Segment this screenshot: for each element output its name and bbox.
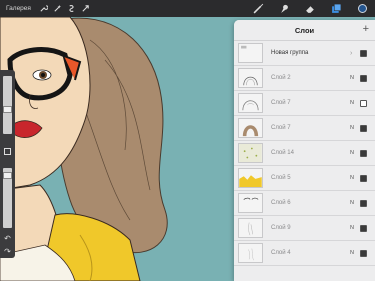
add-layer-button[interactable]: + — [363, 20, 369, 39]
blend-mode-button[interactable]: N — [350, 100, 360, 106]
layer-row[interactable]: Слой 2 N — [234, 66, 375, 91]
smudge-icon[interactable] — [271, 0, 297, 17]
eraser-icon[interactable] — [297, 0, 323, 17]
layer-thumbnail — [238, 93, 263, 113]
gallery-button[interactable]: Галерея — [0, 0, 37, 17]
opacity-thumb[interactable] — [3, 172, 12, 179]
layer-list: Новая группа › Слой 2 N Слой 7 N Слой 7 N Слой 1… — [234, 41, 375, 266]
layer-name: Слой 2 — [271, 75, 291, 81]
layer-row[interactable]: Слой 7 N — [234, 116, 375, 141]
layer-visibility-checkbox[interactable] — [360, 74, 367, 82]
layers-icon[interactable] — [323, 0, 349, 17]
layer-visibility-checkbox[interactable] — [360, 99, 367, 107]
layer-row[interactable]: Слой 14 N — [234, 141, 375, 166]
color-picker[interactable] — [349, 0, 375, 17]
layers-panel-title: Слои — [294, 26, 315, 35]
layer-visibility-checkbox[interactable] — [360, 224, 367, 232]
modify-button[interactable] — [4, 148, 11, 155]
layers-panel: Слои + Новая группа › Слой 2 N Слой 7 N Слой 7… — [234, 20, 375, 281]
layer-row[interactable]: Новая группа › — [234, 41, 375, 66]
blend-mode-button[interactable]: N — [350, 125, 360, 131]
blend-mode-button[interactable]: N — [350, 150, 360, 156]
blend-mode-button[interactable]: N — [350, 200, 360, 206]
brush-size-slider[interactable] — [3, 76, 12, 134]
opacity-slider[interactable] — [3, 168, 12, 228]
layer-name: Новая группа — [271, 50, 309, 56]
brush-icon[interactable] — [245, 0, 271, 17]
brush-size-thumb[interactable] — [3, 106, 12, 113]
left-sidebar: ↶ ↷ — [0, 70, 15, 258]
layer-thumbnail — [238, 218, 263, 238]
redo-icon[interactable]: ↷ — [2, 246, 13, 257]
wrench-icon[interactable] — [37, 0, 51, 17]
blend-mode-button[interactable]: N — [350, 175, 360, 181]
layers-panel-header: Слои + — [234, 20, 375, 41]
selection-icon[interactable] — [65, 0, 79, 17]
layer-name: Слой 7 — [271, 100, 291, 106]
layer-name: Слой 14 — [271, 150, 294, 156]
layer-name: Слой 6 — [271, 200, 291, 206]
layer-row[interactable]: Слой 5 N — [234, 166, 375, 191]
magic-wand-icon[interactable] — [51, 0, 65, 17]
layer-name: Слой 4 — [271, 250, 291, 256]
blend-mode-button[interactable]: N — [350, 225, 360, 231]
layer-name: Слой 5 — [271, 175, 291, 181]
layer-row[interactable]: Слой 7 N — [234, 91, 375, 116]
blend-mode-button[interactable]: N — [350, 250, 360, 256]
undo-icon[interactable]: ↶ — [2, 233, 13, 244]
layer-thumbnail — [238, 43, 263, 63]
right-tools — [245, 0, 375, 17]
layer-thumbnail — [238, 143, 263, 163]
layer-thumbnail — [238, 118, 263, 138]
layer-visibility-checkbox[interactable] — [360, 199, 367, 207]
chevron-right-icon[interactable]: › — [350, 50, 360, 57]
layer-visibility-checkbox[interactable] — [360, 124, 367, 132]
layer-visibility-checkbox[interactable] — [360, 149, 367, 157]
layer-name: Слой 9 — [271, 225, 291, 231]
layer-visibility-checkbox[interactable] — [360, 49, 367, 57]
layer-thumbnail — [238, 193, 263, 213]
layer-thumbnail — [238, 243, 263, 263]
layer-row[interactable]: Слой 4 N — [234, 241, 375, 266]
layer-visibility-checkbox[interactable] — [360, 249, 367, 257]
current-color-swatch — [357, 4, 367, 13]
top-toolbar: Галерея — [0, 0, 375, 17]
layer-visibility-checkbox[interactable] — [360, 174, 367, 182]
transform-icon[interactable] — [79, 0, 93, 17]
layer-row[interactable]: Слой 6 N — [234, 191, 375, 216]
layer-name: Слой 7 — [271, 125, 291, 131]
blend-mode-button[interactable]: N — [350, 75, 360, 81]
layer-row[interactable]: Слой 9 N — [234, 216, 375, 241]
layer-thumbnail — [238, 68, 263, 88]
layer-thumbnail — [238, 168, 263, 188]
